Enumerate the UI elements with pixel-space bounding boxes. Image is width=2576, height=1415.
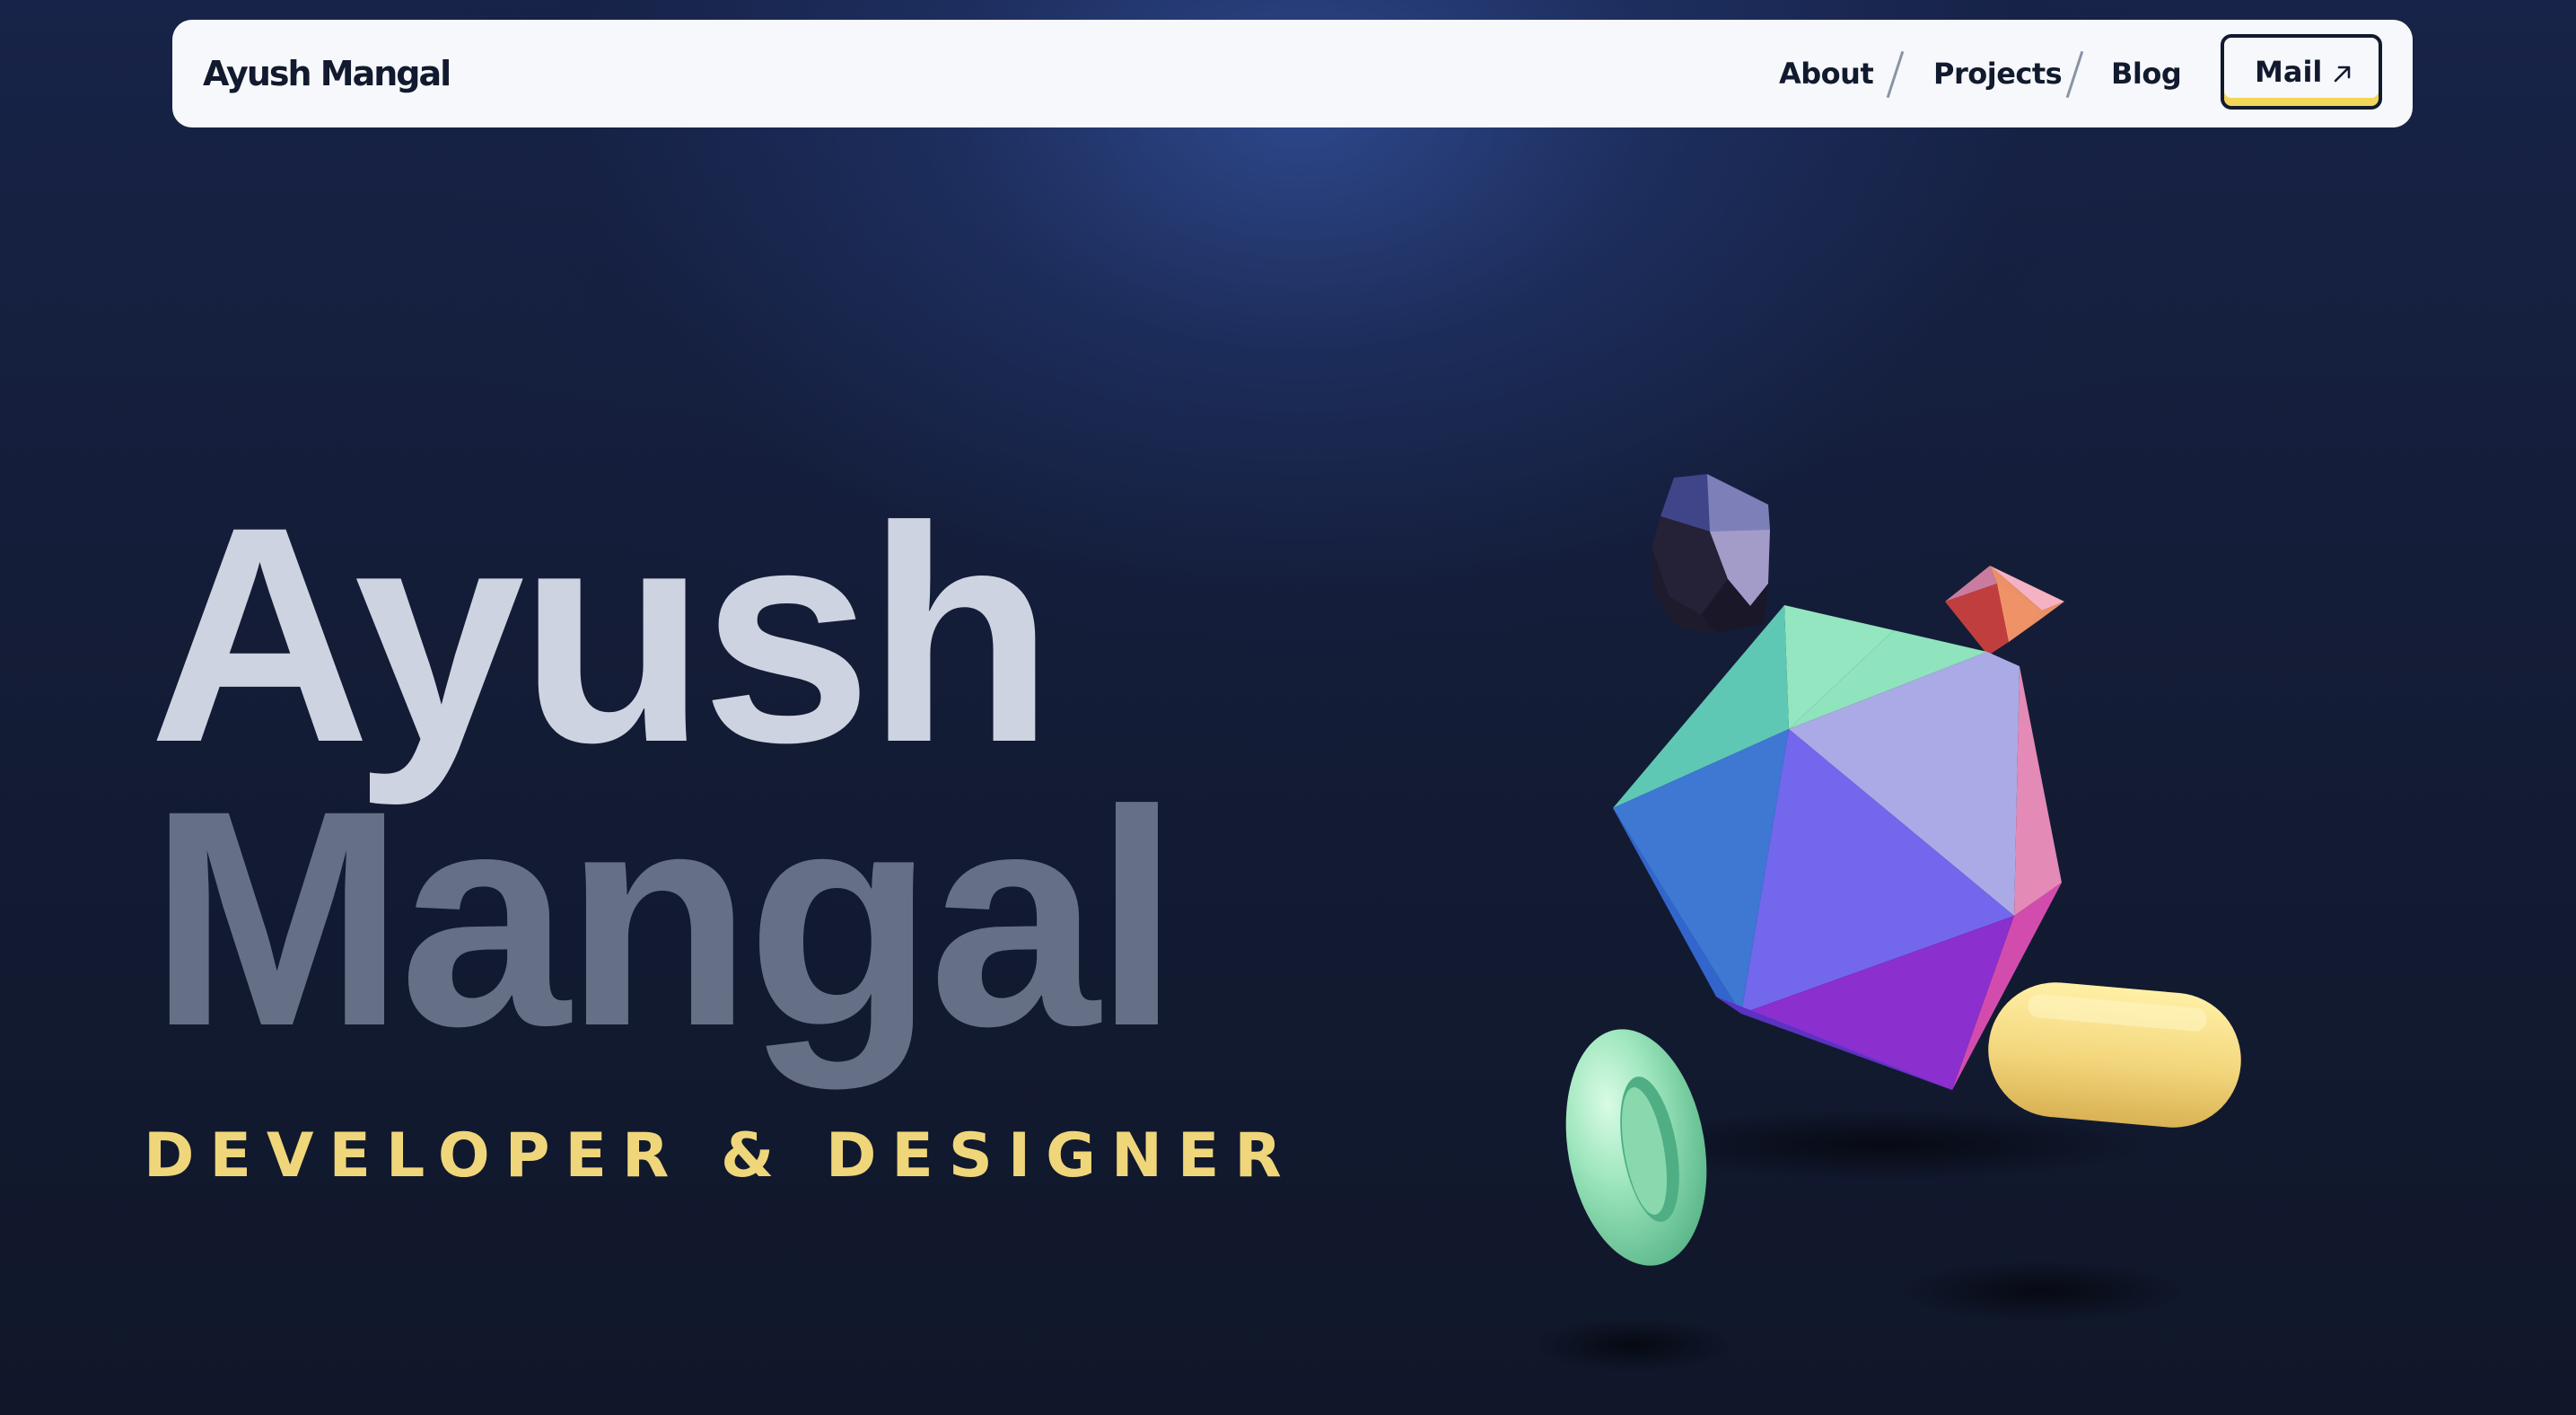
nav-about-link[interactable]: About xyxy=(1779,20,1874,127)
icosahedron-shape xyxy=(1613,605,2062,1090)
hero-first-name: Ayush xyxy=(149,463,1055,806)
hero-tagline: DEVELOPER & DESIGNER xyxy=(144,1121,1297,1191)
hero-last-name: Mangal xyxy=(149,747,1179,1090)
navbar: Ayush Mangal About Projects Blog Mail xyxy=(172,20,2413,127)
octahedron-shape xyxy=(1945,566,2064,655)
nav-divider xyxy=(1886,50,1905,99)
nav-blog-link[interactable]: Blog xyxy=(2111,20,2182,127)
nav-projects-link[interactable]: Projects xyxy=(1933,20,2063,127)
hero-3d-shapes-illustration xyxy=(1535,474,2241,1372)
mail-button-label: Mail xyxy=(2255,55,2323,89)
shadow xyxy=(1898,1261,2186,1322)
mail-button[interactable]: Mail xyxy=(2221,34,2382,110)
brand-logo[interactable]: Ayush Mangal xyxy=(203,20,451,127)
nav-divider xyxy=(2065,50,2084,99)
shadow xyxy=(1535,1318,1732,1372)
capsule-shape xyxy=(1988,982,2241,1128)
dodecahedron-shape xyxy=(1652,474,1770,633)
arrow-up-right-icon xyxy=(2334,66,2351,83)
torus-shape xyxy=(1565,1029,1707,1266)
